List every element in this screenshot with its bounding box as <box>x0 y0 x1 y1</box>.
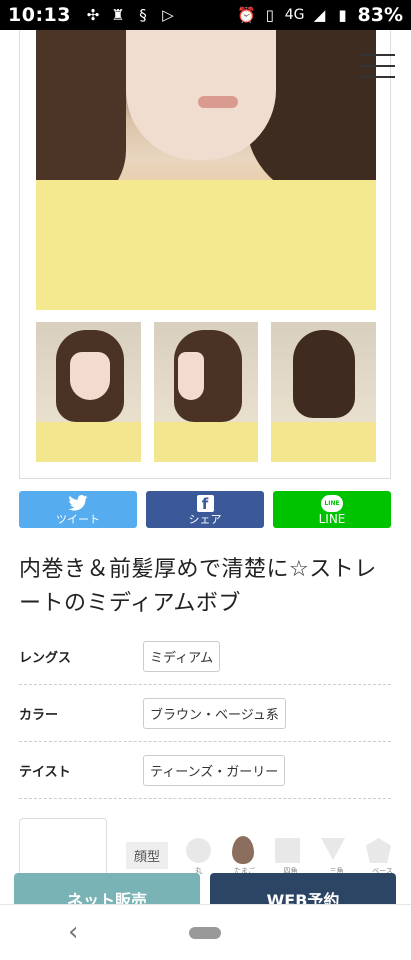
photo-face <box>126 30 276 160</box>
line-glyph: LINE <box>321 494 343 512</box>
attribute-row-taste: テイスト ティーンズ・ガーリー <box>19 742 391 799</box>
alarm-icon: ⏰ <box>237 6 257 24</box>
thumbnail-front[interactable] <box>36 322 141 462</box>
battery-icon: ▮ <box>338 6 347 24</box>
facebook-glyph: f <box>196 494 214 513</box>
battery-percentage: 83% <box>357 4 403 26</box>
menu-line <box>357 54 395 56</box>
thumb-shirt <box>36 422 141 462</box>
attribute-tag-taste[interactable]: ティーンズ・ガーリー <box>143 754 286 786</box>
attribute-row-color: カラー ブラウン・ベージュ系 <box>19 685 391 742</box>
network-type: 4G <box>284 7 305 23</box>
signal-icon: ◢ <box>313 6 326 24</box>
egg-face-icon <box>232 836 254 864</box>
style-attributes: レングス ミディアム カラー ブラウン・ベージュ系 テイスト ティーンズ・ガーリ… <box>19 628 391 799</box>
net-sales-button[interactable]: ネット販売 <box>14 873 200 904</box>
menu-line <box>357 76 395 78</box>
attribute-label: カラー <box>19 707 59 723</box>
base-face-icon <box>366 838 391 863</box>
line-label: LINE <box>318 511 346 526</box>
face-shape-icons <box>186 836 391 864</box>
web-reservation-button[interactable]: WEB予約 <box>210 873 396 904</box>
thumb-shirt <box>271 422 377 462</box>
style-photo-frame <box>19 30 391 479</box>
navigation-bar: ‹ <box>0 904 411 960</box>
photo-shirt <box>36 180 376 310</box>
tweet-label: ツイート <box>56 512 100 526</box>
style-title: 内巻き＆前髪厚めで清楚に☆ストレートのミディアムボブ <box>19 557 377 616</box>
attribute-tag-color[interactable]: ブラウン・ベージュ系 <box>143 697 286 729</box>
line-icon: LINE <box>321 494 343 513</box>
photo-lips <box>198 96 238 108</box>
round-face-icon <box>186 838 211 863</box>
attribute-label: テイスト <box>19 764 71 780</box>
thumb-face <box>70 352 110 400</box>
share-buttons: ツイート f シェア LINE LINE <box>19 491 391 528</box>
tweet-button[interactable]: ツイート <box>19 491 137 528</box>
twitter-bird-icon <box>68 494 88 513</box>
system-icons: ⏰ ▯ 4G ◢ ▮ 83% <box>237 4 403 26</box>
pinwheel-icon: ✣ <box>86 6 100 24</box>
attribute-row-length: レングス ミディアム <box>19 628 391 685</box>
shield-crown-icon: ♜ <box>111 6 125 24</box>
bottom-cta-buttons: ネット販売 WEB予約 <box>14 873 396 904</box>
thumbnail-back[interactable] <box>271 322 377 462</box>
thumb-hair <box>293 330 356 418</box>
play-triangle-icon: ▷ <box>162 6 174 24</box>
chevron-left-icon[interactable]: ‹ <box>68 917 92 947</box>
attribute-label: レングス <box>19 650 72 666</box>
s-icon: § <box>139 6 147 24</box>
attribute-tag-length[interactable]: ミディアム <box>143 640 221 672</box>
facebook-icon: f <box>196 494 214 513</box>
triangle-face-icon <box>321 838 345 860</box>
notification-icons: ✣ ♜ § ▷ <box>85 6 176 24</box>
face-type-label: 顔型 <box>126 842 169 869</box>
thumbnail-side[interactable] <box>153 322 259 462</box>
photo-thumbnails <box>36 322 377 462</box>
hamburger-menu-icon[interactable] <box>357 52 395 80</box>
main-style-photo[interactable] <box>36 30 376 310</box>
thumb-shirt <box>153 422 259 462</box>
thumb-face <box>177 352 204 400</box>
square-face-icon <box>275 838 300 863</box>
share-label: シェア <box>188 512 222 526</box>
home-pill-icon[interactable] <box>189 927 221 939</box>
status-bar: 10:13 ✣ ♜ § ▷ ⏰ ▯ 4G ◢ ▮ 83% <box>0 0 411 30</box>
facebook-share-button[interactable]: f シェア <box>146 491 264 528</box>
menu-line <box>357 65 395 67</box>
line-share-button[interactable]: LINE LINE <box>273 491 391 528</box>
status-time: 10:13 <box>8 4 71 26</box>
vibrate-icon: ▯ <box>265 6 274 24</box>
